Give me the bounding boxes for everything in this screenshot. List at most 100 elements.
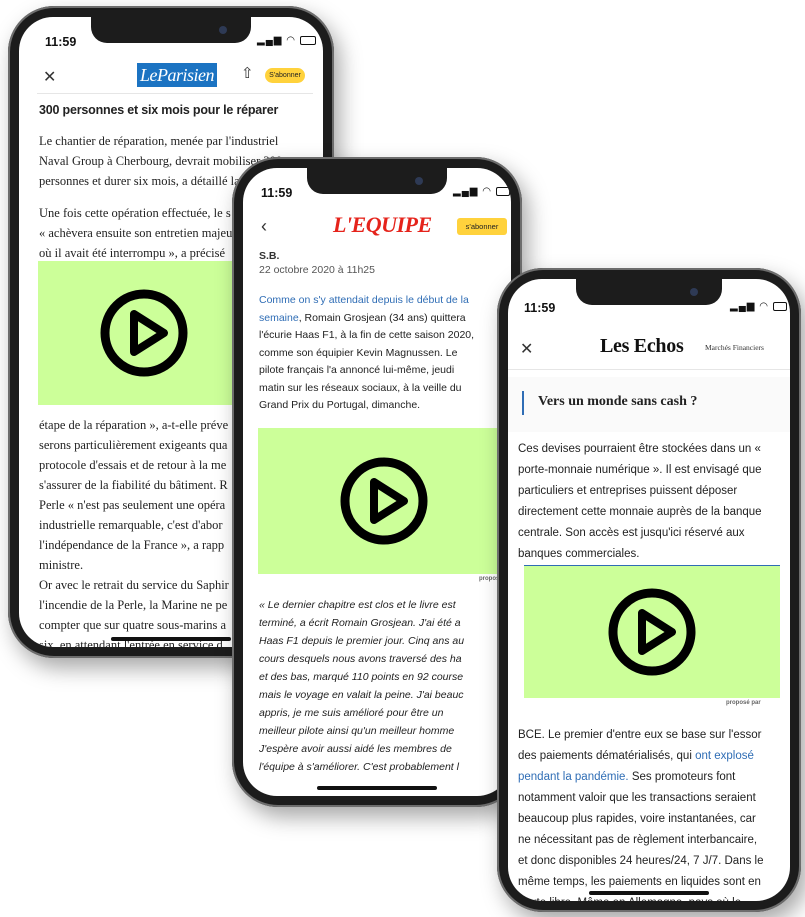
text-line: matin sur les réseaux sociaux, à la veil… — [259, 381, 462, 394]
text-line: pendant la pandémie. Ses promoteurs font — [518, 767, 764, 788]
proposed-label: proposé par — [726, 700, 761, 706]
share-icon[interactable]: ⇧ — [241, 64, 254, 82]
article-link[interactable]: Comme on s'y attendait depuis le début d… — [259, 292, 474, 310]
notch — [91, 17, 251, 43]
text-line: compter que sur quatre sous-marins a — [39, 618, 227, 632]
text-span: , Romain Grosjean (34 ans) quittera — [298, 311, 466, 324]
play-icon[interactable] — [606, 586, 698, 678]
close-icon[interactable]: ✕ — [43, 67, 56, 87]
play-icon[interactable] — [98, 287, 190, 379]
paragraph-1: Comme on s'y attendait depuis le début d… — [259, 292, 474, 415]
text-line: Grand Prix du Portugal, dimanche. — [259, 399, 421, 411]
text-line: Or avec le retrait du service du Saphir — [39, 578, 229, 592]
article-link[interactable]: semaine — [259, 312, 299, 324]
text-line: banques commerciales. — [518, 548, 640, 560]
subscribe-button[interactable]: S'abonner — [265, 68, 305, 83]
video-player[interactable] — [524, 565, 780, 698]
text-line: beaucoup plus rapides, voire instantanée… — [518, 813, 756, 825]
video-player[interactable] — [258, 428, 510, 574]
status-icons: ▂▄▆ ◠ — [453, 186, 510, 197]
back-icon[interactable]: ‹ — [261, 216, 267, 237]
text-line: où il avait été interrompu », a précisé — [39, 246, 226, 260]
text-line: semaine, Romain Grosjean (34 ans) quitte… — [259, 310, 474, 328]
status-time: 11:59 — [45, 35, 77, 49]
text-line: l'écurie Haas F1, à la fin de cette sais… — [259, 329, 475, 341]
header-divider — [37, 93, 313, 94]
text-span: Ses promoteurs font — [628, 771, 736, 783]
status-time: 11:59 — [524, 301, 556, 315]
screen-equipe: 11:59 ▂▄▆ ◠ ‹ L'EQUIPE s'abonner S.B. 22… — [243, 168, 511, 796]
paragraph-3: étape de la réparation », a-t-elle préve… — [39, 415, 229, 647]
text-line: cours desquels nous avons traversé des h… — [259, 653, 462, 665]
text-line: des paiements dématérialisés, qui ont ex… — [518, 746, 764, 767]
text-line: porte-monnaie numérique ». Il est envisa… — [518, 464, 762, 476]
equipe-logo[interactable]: L'EQUIPE — [333, 212, 432, 238]
text-line: pilote français l'a annoncé lui-même, je… — [259, 364, 455, 376]
text-line: Naval Group à Cherbourg, devrait mobilis… — [39, 154, 283, 168]
text-line: l'équipe à s'améliorer. C'est probableme… — [259, 761, 459, 773]
text-line: et des bas, marqué 110 points en 92 cour… — [259, 671, 464, 683]
text-line: même temps, les paiements en liquides so… — [518, 876, 761, 888]
text-line: directement cette monnaie auprès de la b… — [518, 506, 762, 518]
paragraph-2: Une fois cette opération effectuée, le s… — [39, 203, 232, 263]
phone-equipe: 11:59 ▂▄▆ ◠ ‹ L'EQUIPE s'abonner S.B. 22… — [232, 157, 522, 807]
phone-echos: 11:59 ▂▄▆ ◠ ✕ Les Echos Marchés Financie… — [497, 268, 801, 912]
text-line: industrielle remarquable, c'est d'abor — [39, 518, 223, 532]
parisien-logo-text: LeParisien — [140, 65, 215, 85]
text-line: meilleur pilote ainsi qu'un meilleur hom… — [259, 725, 455, 737]
text-line: l'indépendance de la France », a rapp — [39, 538, 225, 552]
close-icon[interactable]: ✕ — [520, 339, 533, 359]
notch — [307, 168, 447, 194]
text-line: protocole d'essais et de retour à la me — [39, 458, 227, 472]
article-headline: 300 personnes et six mois pour le répare… — [39, 103, 279, 117]
text-line: s'assurer de la fiabilité du bâtiment. R — [39, 478, 228, 492]
subscribe-button[interactable]: s'abonner — [457, 218, 507, 235]
text-line: l'incendie de la Perle, la Marine ne pe — [39, 598, 228, 612]
play-icon[interactable] — [338, 455, 430, 547]
section-title: Vers un monde sans cash ? — [538, 394, 698, 409]
text-line: serons particulièrement exigeants qua — [39, 438, 228, 452]
quote-paragraph: « Le dernier chapitre est clos et le liv… — [259, 596, 464, 776]
battery-icon — [495, 186, 510, 196]
text-line: étape de la réparation », a-t-elle préve — [39, 418, 229, 432]
header-divider — [508, 369, 790, 370]
nav-link[interactable]: Marchés Financiers — [705, 343, 764, 352]
text-line: Le chantier de réparation, menée par l'i… — [39, 134, 279, 148]
text-line: ne nécessitant pas de règlement interban… — [518, 834, 758, 846]
text-line: comme son équipier Kevin Magnussen. Le — [259, 346, 458, 359]
status-time: 11:59 — [261, 186, 293, 200]
text-line: terminé, a écrit Romain Grosjean. J'ai é… — [259, 617, 461, 629]
text-line: Haas F1 depuis le premier jour. Cinq ans… — [259, 635, 465, 647]
text-line: Une fois cette opération effectuée, le s — [39, 206, 231, 220]
signal-icon: ▂▄▆ — [453, 186, 479, 197]
signal-icon: ▂▄▆ — [257, 35, 283, 46]
text-line: « achèvera ensuite son entretien majeu — [39, 226, 233, 240]
video-player[interactable] — [38, 261, 250, 405]
article-link[interactable]: pendant la pandémie. — [518, 771, 629, 783]
wifi-icon: ◠ — [759, 301, 769, 312]
home-indicator[interactable] — [111, 637, 231, 641]
notch — [576, 279, 722, 305]
home-indicator[interactable] — [589, 891, 709, 895]
wifi-icon: ◠ — [286, 35, 296, 46]
paragraph-1: Ces devises pourraient être stockées dan… — [518, 439, 762, 565]
parisien-logo[interactable]: LeParisien — [137, 63, 217, 87]
text-line: Perle « n'est pas seulement une opéra — [39, 498, 226, 512]
screen-echos: 11:59 ▂▄▆ ◠ ✕ Les Echos Marchés Financie… — [508, 279, 790, 901]
text-line: Ces devises pourraient être stockées dan… — [518, 443, 761, 455]
signal-icon: ▂▄▆ — [730, 301, 756, 312]
text-line: particuliers et entreprises puissent dép… — [518, 485, 738, 497]
paragraph-2: BCE. Le premier d'entre eux se base sur … — [518, 725, 764, 901]
text-line: BCE. Le premier d'entre eux se base sur … — [518, 729, 762, 741]
battery-icon — [299, 35, 316, 45]
article-link[interactable]: ont explosé — [695, 750, 754, 762]
text-line: et donc disponibles 24 heures/24, 7 J/7.… — [518, 855, 764, 867]
wifi-icon: ◠ — [482, 186, 492, 197]
status-icons: ▂▄▆ ◠ — [257, 35, 316, 46]
home-indicator[interactable] — [317, 786, 437, 790]
text-line: notamment valoir que les transactions se… — [518, 792, 756, 804]
echos-logo[interactable]: Les Echos — [600, 335, 684, 358]
text-line: ministre. — [39, 558, 84, 572]
section-box: Vers un monde sans cash ? — [508, 377, 790, 432]
text-line: mais le voyage en valait la peine. J'ai … — [259, 689, 464, 701]
